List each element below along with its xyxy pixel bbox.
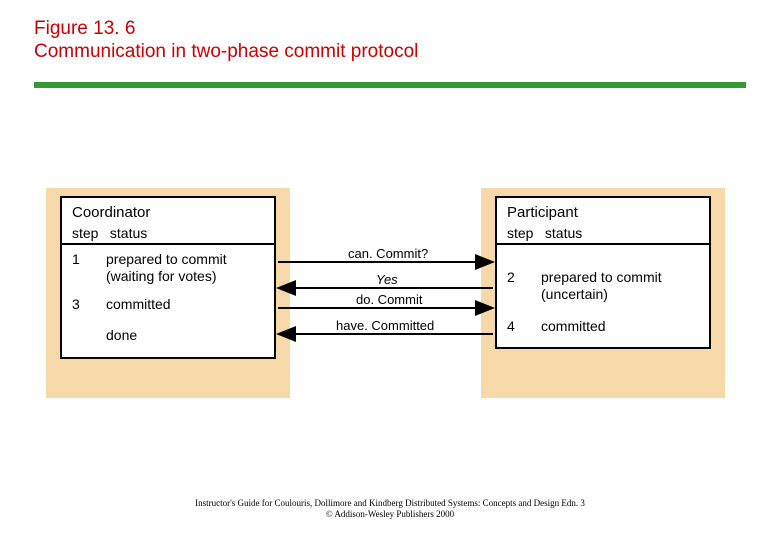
step-cell: 2 (507, 269, 541, 304)
step-cell: 1 (72, 251, 106, 286)
step-cell: 3 (72, 296, 106, 314)
table-header: step status (507, 225, 699, 241)
status-cell: prepared to commit (waiting for votes) (106, 251, 264, 286)
status-cell: prepared to commit (uncertain) (541, 269, 699, 304)
col-step: step (507, 225, 541, 241)
divider-bar (34, 82, 746, 88)
table-row: 4 committed (507, 318, 699, 336)
participant-container: Participant step status 2 prepared to co… (481, 188, 725, 398)
coordinator-title: Coordinator (72, 204, 264, 221)
slide-footer: Instructor's Guide for Coulouris, Dollim… (0, 498, 780, 520)
col-status: status (545, 225, 582, 241)
figure-number: Figure 13. 6 (34, 18, 746, 41)
header-divider (497, 243, 709, 245)
participant-title: Participant (507, 204, 699, 221)
footer-line1: Instructor's Guide for Coulouris, Dollim… (0, 498, 780, 509)
msg-have-committed: have. Committed (336, 318, 434, 333)
table-row: 3 committed (72, 296, 264, 314)
figure-header: Figure 13. 6 Communication in two-phase … (0, 0, 780, 76)
table-header: step status (72, 225, 264, 241)
coordinator-card: Coordinator step status 1 prepared to co… (60, 196, 276, 359)
footer-line2: © Addison-Wesley Publishers 2000 (0, 509, 780, 520)
step-cell: 4 (507, 318, 541, 336)
header-divider (62, 243, 274, 245)
col-step: step (72, 225, 106, 241)
status-cell: committed (106, 296, 264, 314)
status-cell: done (106, 327, 264, 345)
msg-can-commit: can. Commit? (348, 246, 428, 261)
spacer (507, 251, 699, 269)
col-status: status (110, 225, 147, 241)
table-row: 1 prepared to commit (waiting for votes) (72, 251, 264, 286)
table-row: done (72, 327, 264, 345)
step-cell (72, 327, 106, 345)
diagram: Coordinator step status 1 prepared to co… (0, 188, 780, 488)
table-row: 2 prepared to commit (uncertain) (507, 269, 699, 304)
status-cell: committed (541, 318, 699, 336)
msg-yes: Yes (376, 272, 398, 287)
msg-do-commit: do. Commit (356, 292, 422, 307)
coordinator-container: Coordinator step status 1 prepared to co… (46, 188, 290, 398)
participant-card: Participant step status 2 prepared to co… (495, 196, 711, 350)
figure-title: Communication in two-phase commit protoc… (34, 41, 746, 64)
